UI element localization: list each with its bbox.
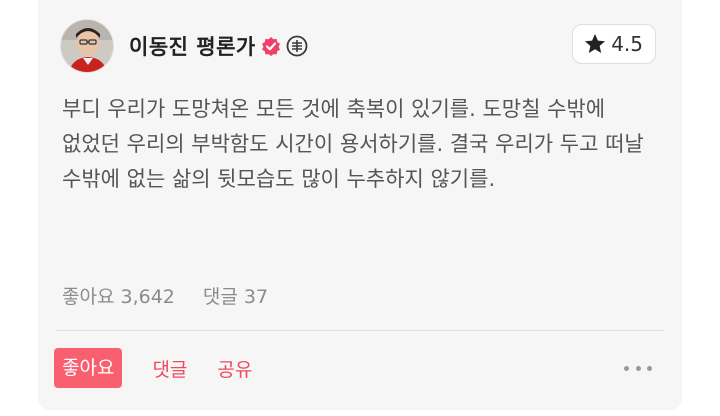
verified-badge-icon <box>261 36 281 56</box>
comments-count: 댓글 37 <box>202 286 269 308</box>
comment-text[interactable]: 부디 우리가 도망쳐온 모든 것에 축복이 있기를. 도망칠 수밖에 없었던 우… <box>62 92 658 197</box>
rating-badge: 4.5 <box>572 24 656 64</box>
more-dot <box>635 365 641 371</box>
rating-value: 4.5 <box>611 32 643 56</box>
author-avatar[interactable] <box>60 19 114 73</box>
comment-button[interactable]: 댓글 <box>152 355 187 382</box>
comment-stats: 좋아요 3,642 댓글 37 <box>62 282 268 309</box>
action-bar: 좋아요 댓글 공유 <box>54 348 252 388</box>
share-button[interactable]: 공유 <box>217 355 252 382</box>
avatar-image <box>61 20 113 72</box>
like-button[interactable]: 좋아요 <box>54 348 123 388</box>
author-name[interactable]: 이동진 평론가 <box>129 31 256 61</box>
critic-logo-icon <box>286 35 308 57</box>
more-horizontal-icon[interactable] <box>624 356 652 380</box>
likes-count: 좋아요 3,642 <box>62 286 175 308</box>
more-dot <box>624 365 629 371</box>
star-icon <box>583 32 607 56</box>
divider <box>56 330 664 331</box>
comment-header: 이동진 평론가 <box>60 18 308 74</box>
comment-card: 이동진 평론가 4.5 부디 우리가 도망쳐온 모든 것에 축복이 있기를. 도… <box>38 0 682 410</box>
more-dot <box>647 365 652 371</box>
